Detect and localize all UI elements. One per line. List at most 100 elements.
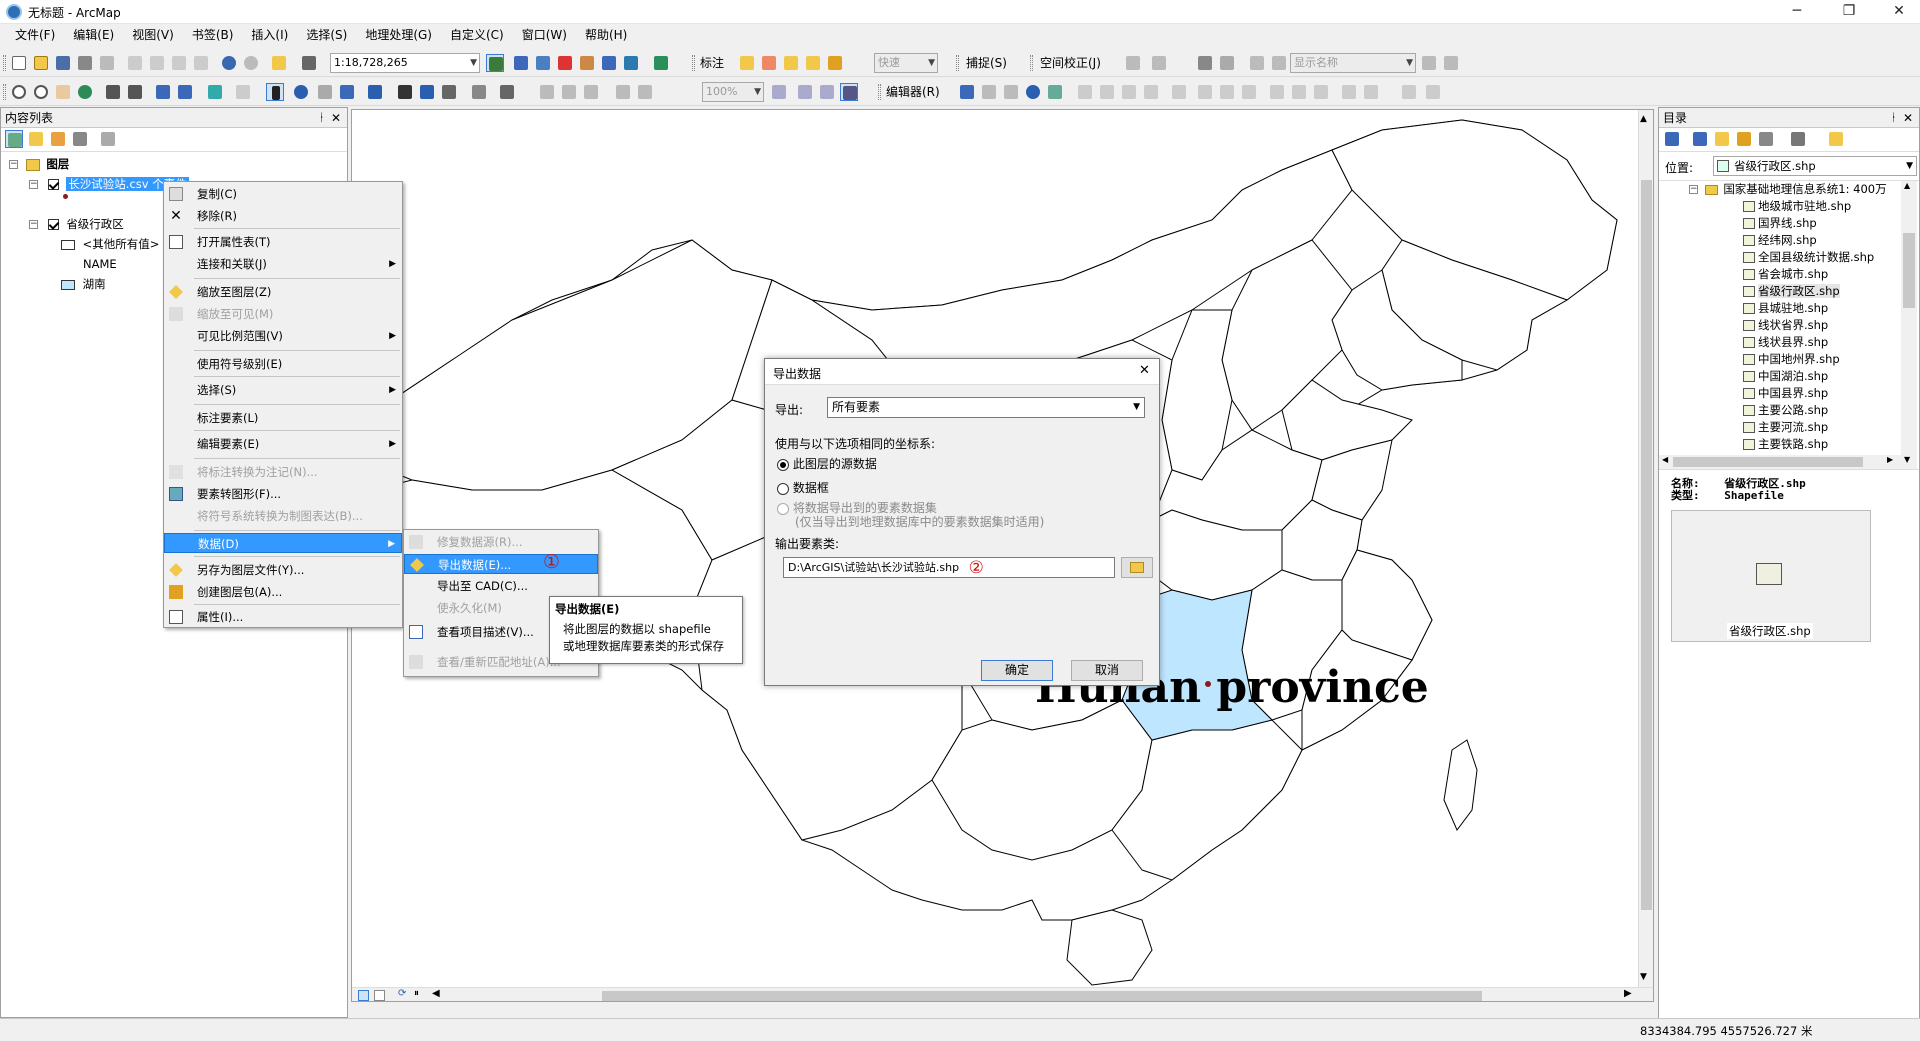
first-page-icon[interactable] xyxy=(1248,54,1266,72)
scroll-left-icon[interactable]: ◀ xyxy=(432,988,440,999)
collapse-icon[interactable]: − xyxy=(29,220,38,229)
maximize-button[interactable]: ❐ xyxy=(1826,0,1872,24)
toc-pin-icon[interactable]: ᛂ xyxy=(318,108,325,128)
lock-labels-icon[interactable] xyxy=(782,54,800,72)
create-features-window-icon[interactable] xyxy=(1290,83,1308,101)
add-data-icon[interactable] xyxy=(270,54,288,72)
catalog-file-item[interactable]: 地级城市驻地.shp xyxy=(1743,198,1874,215)
layer-provinces-label[interactable]: 省级行政区 xyxy=(66,217,124,231)
new-icon[interactable] xyxy=(10,54,28,72)
menu-item-properties[interactable]: 属性(I)... xyxy=(164,607,402,627)
editor-toolbar-toggle-icon[interactable] xyxy=(486,54,504,72)
menu-help[interactable]: 帮助(H) xyxy=(576,24,636,46)
edit-vertices-icon[interactable] xyxy=(1002,83,1020,101)
menu-item-features-to-graphics[interactable]: 要素转图形(F)... xyxy=(164,484,402,504)
list-by-selection-icon[interactable] xyxy=(71,130,89,148)
focus-data-frame-icon[interactable] xyxy=(796,83,814,101)
toc-root-row[interactable]: − 图层 xyxy=(9,154,69,174)
catalog-file-item[interactable]: 线状县界.shp xyxy=(1743,334,1874,351)
menu-item-save-layer-file[interactable]: 另存为图层文件(Y)... xyxy=(164,560,402,580)
symbol-patch-icon[interactable] xyxy=(61,279,75,290)
catalog-options-icon[interactable] xyxy=(1827,130,1845,148)
back-extent-icon[interactable] xyxy=(154,83,172,101)
catalog-file-item[interactable]: 省会城市.shp xyxy=(1743,266,1874,283)
pan-icon[interactable] xyxy=(54,83,72,101)
menu-windows[interactable]: 窗口(W) xyxy=(513,24,576,46)
table-window-icon[interactable] xyxy=(512,54,530,72)
back-icon[interactable] xyxy=(1663,130,1681,148)
hyperlink-icon[interactable] xyxy=(316,83,334,101)
pause-labeling-icon[interactable] xyxy=(804,54,822,72)
radio-selected-icon[interactable] xyxy=(777,458,789,471)
split-icon[interactable] xyxy=(1218,83,1236,101)
menu-item-edit-features[interactable]: 编辑要素(E) ▶ xyxy=(164,434,402,454)
topology-icon[interactable] xyxy=(1400,83,1418,101)
forward-extent-icon[interactable] xyxy=(176,83,194,101)
catalog-pin-icon[interactable]: ᛂ xyxy=(1890,108,1897,128)
list-by-visibility-icon[interactable] xyxy=(49,130,67,148)
catalog-file-item[interactable]: 全国县级统计数据.shp xyxy=(1743,249,1874,266)
redo-icon[interactable] xyxy=(242,54,260,72)
menu-item-symbol-levels[interactable]: 使用符号级别(E) xyxy=(164,354,402,374)
minimize-button[interactable]: ─ xyxy=(1774,0,1820,24)
output-path-input[interactable]: D:\ArcGIS\试验站\长沙试验站.shp ② xyxy=(783,557,1115,578)
select-features-icon[interactable] xyxy=(206,83,224,101)
pause-drawing-icon[interactable]: ⏸ xyxy=(414,988,419,999)
scroll-thumb[interactable] xyxy=(1641,180,1652,910)
connect-folder-icon[interactable] xyxy=(1757,130,1775,148)
views-icon[interactable] xyxy=(1789,130,1807,148)
layout-zoom-out-icon[interactable] xyxy=(560,83,578,101)
print-icon[interactable] xyxy=(76,54,94,72)
toolbar-grip[interactable] xyxy=(956,55,959,71)
submenu-export-data[interactable]: 导出数据(E)... ① xyxy=(404,552,598,574)
toolbar-grip[interactable] xyxy=(3,55,6,71)
catalog-file-item[interactable]: 经纬网.shp xyxy=(1743,232,1874,249)
next-page-icon[interactable] xyxy=(1420,54,1438,72)
edit-annotation-icon[interactable] xyxy=(980,83,998,101)
view-unplaced-labels-icon[interactable] xyxy=(826,54,844,72)
identify-results-icon[interactable] xyxy=(1196,54,1214,72)
toolbar-grip[interactable] xyxy=(692,55,695,71)
validate-icon[interactable] xyxy=(1340,83,1358,101)
catalog-file-item[interactable]: 线状省界.shp xyxy=(1743,317,1874,334)
layer-visibility-checkbox[interactable] xyxy=(47,219,59,230)
menu-bookmarks[interactable]: 书签(B) xyxy=(183,24,243,46)
labeling-menu[interactable]: 标注 xyxy=(700,54,724,72)
toc-close-icon[interactable]: ✕ xyxy=(331,108,341,128)
copy-icon[interactable] xyxy=(148,54,166,72)
layout-icon[interactable] xyxy=(1218,54,1236,72)
layer-visibility-checkbox[interactable] xyxy=(47,179,59,190)
measure-icon[interactable] xyxy=(366,83,384,101)
scroll-up-icon[interactable]: ▲ xyxy=(1640,114,1647,124)
menu-item-attribute-table[interactable]: 打开属性表(T) xyxy=(164,232,402,252)
close-button[interactable]: ✕ xyxy=(1876,0,1920,24)
catalog-file-item[interactable]: 主要铁路.shp xyxy=(1743,436,1874,453)
zoom-in-icon[interactable] xyxy=(10,83,28,101)
identify-icon[interactable] xyxy=(292,83,310,101)
map-scale-combo[interactable]: 1:18,728,265 ▼ xyxy=(330,53,480,73)
menu-item-selection[interactable]: 选择(S) ▶ xyxy=(164,380,402,400)
radio-data-frame[interactable]: 数据框 xyxy=(777,479,829,496)
reshape-icon[interactable] xyxy=(1170,83,1188,101)
menu-item-create-layer-package[interactable]: 创建图层包(A)... xyxy=(164,582,402,602)
go-to-xy-icon[interactable] xyxy=(440,83,458,101)
up-level-icon[interactable] xyxy=(1713,130,1731,148)
editor-options-icon[interactable] xyxy=(1424,83,1442,101)
catalog-file-item[interactable]: 县城驻地.shp xyxy=(1743,300,1874,317)
endpoint-arc-icon[interactable] xyxy=(1098,83,1116,101)
submenu-export-cad[interactable]: 导出至 CAD(C)... xyxy=(404,576,598,596)
html-popup-icon[interactable] xyxy=(338,83,356,101)
layout-view-icon[interactable] xyxy=(374,990,385,1001)
toc-window-icon[interactable] xyxy=(534,54,552,72)
arctoolbox-icon[interactable] xyxy=(556,54,574,72)
catalog-file-item[interactable]: 国界线.shp xyxy=(1743,215,1874,232)
attributes-window-icon[interactable] xyxy=(1312,83,1330,101)
editor-menu[interactable]: 编辑器(R) xyxy=(886,83,940,101)
catalog-file-item[interactable]: 中国地州界.shp xyxy=(1743,351,1874,368)
collapse-icon[interactable]: − xyxy=(1689,185,1698,194)
previous-page-icon[interactable] xyxy=(1270,54,1288,72)
catalog-file-item[interactable]: 主要公路.shp xyxy=(1743,402,1874,419)
catalog-hscroll[interactable]: ◀ ▶ xyxy=(1659,455,1901,469)
cancel-button[interactable]: 取消 xyxy=(1071,660,1143,681)
home-icon[interactable] xyxy=(1735,130,1753,148)
